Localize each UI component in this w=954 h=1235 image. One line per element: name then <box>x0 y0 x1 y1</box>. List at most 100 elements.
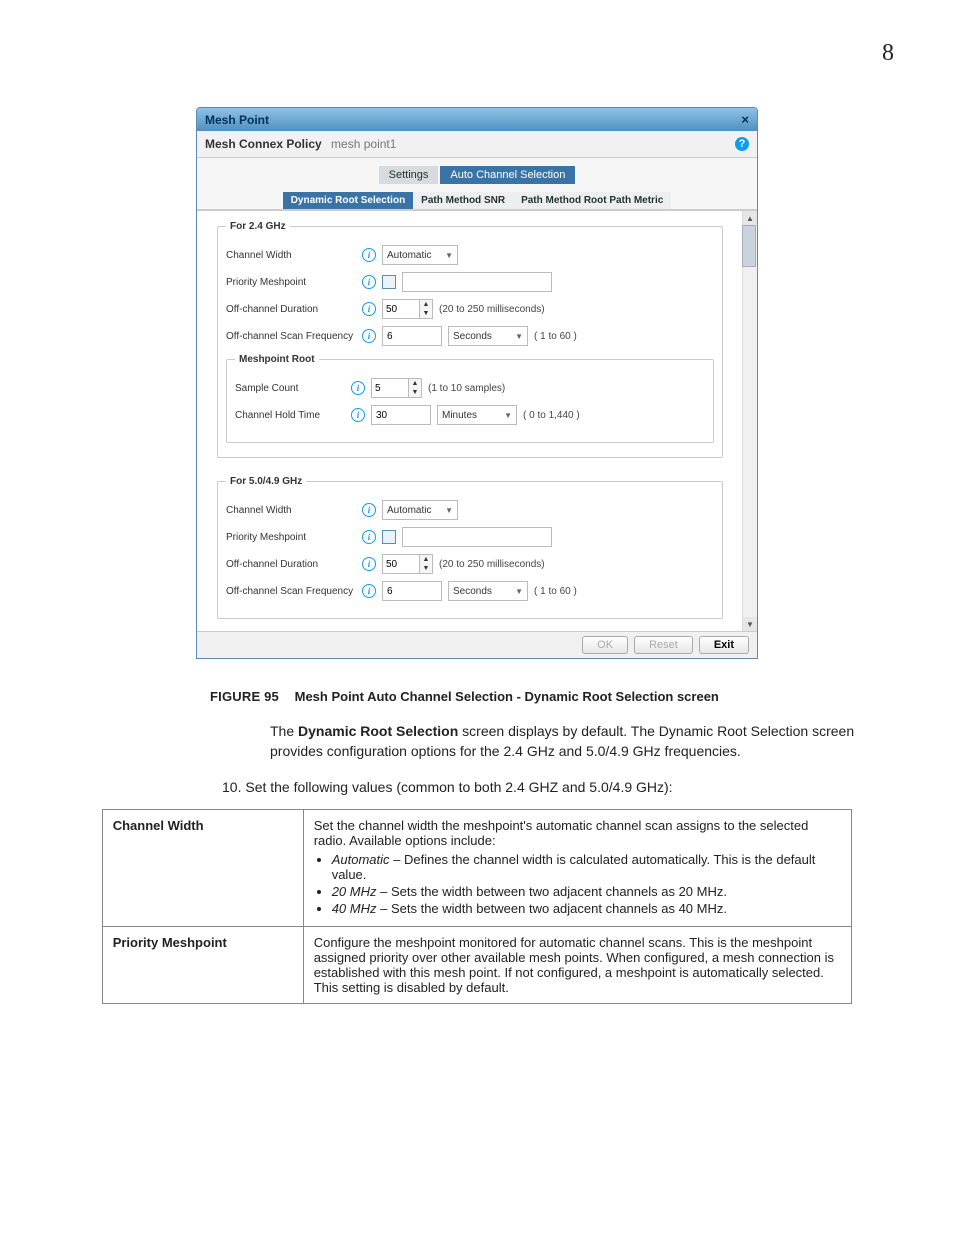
spinner-down-icon[interactable]: ▼ <box>409 388 421 397</box>
info-icon[interactable]: i <box>351 408 365 422</box>
policy-name: mesh point1 <box>331 137 396 151</box>
info-icon[interactable]: i <box>362 275 376 289</box>
info-icon[interactable]: i <box>362 584 376 598</box>
spinner-up-icon[interactable]: ▲ <box>420 300 432 309</box>
reset-button[interactable]: Reset <box>634 636 693 654</box>
info-icon[interactable]: i <box>362 503 376 517</box>
priority-meshpoint-input-24[interactable] <box>402 272 552 292</box>
subtab-path-root[interactable]: Path Method Root Path Metric <box>513 192 671 209</box>
chevron-down-icon: ▼ <box>504 411 512 420</box>
close-icon[interactable]: × <box>741 112 749 127</box>
off-channel-duration-spinner-24[interactable]: ▲▼ <box>382 299 433 319</box>
page-number: 8 <box>60 40 894 67</box>
list-item: 40 MHz – Sets the width between two adja… <box>332 901 842 916</box>
off-channel-duration-input-24[interactable] <box>383 300 419 318</box>
text: – Sets the width between two adjacent ch… <box>377 884 727 899</box>
scroll-up-icon[interactable]: ▲ <box>743 211 757 225</box>
scroll-thumb[interactable] <box>742 225 756 267</box>
channel-hold-time-input[interactable] <box>371 405 431 425</box>
mesh-point-dialog: Mesh Point × Mesh Connex Policy mesh poi… <box>196 107 758 659</box>
body-paragraph: The Dynamic Root Selection screen displa… <box>270 722 864 761</box>
dialog-subtitle-bar: Mesh Connex Policy mesh point1 ? <box>197 131 757 158</box>
off-channel-scan-unit-24[interactable]: Seconds ▼ <box>448 326 528 346</box>
sample-count-spinner[interactable]: ▲▼ <box>371 378 422 398</box>
spinner-down-icon[interactable]: ▼ <box>420 564 432 573</box>
figure-title: Mesh Point Auto Channel Selection - Dyna… <box>295 689 719 704</box>
info-icon[interactable]: i <box>362 302 376 316</box>
priority-meshpoint-input-50[interactable] <box>402 527 552 547</box>
figure-number: FIGURE 95 <box>210 689 279 704</box>
scrollbar[interactable]: ▲ ▼ <box>742 211 757 631</box>
channel-hold-time-unit[interactable]: Minutes ▼ <box>437 405 517 425</box>
off-channel-duration-spinner-50[interactable]: ▲▼ <box>382 554 433 574</box>
sample-count-input[interactable] <box>372 379 408 397</box>
legend-24ghz: For 2.4 GHz <box>226 221 290 232</box>
text-italic: 40 MHz <box>332 901 377 916</box>
off-channel-duration-hint: (20 to 250 milliseconds) <box>439 559 545 570</box>
spinner-down-icon[interactable]: ▼ <box>420 309 432 318</box>
ok-button[interactable]: OK <box>582 636 628 654</box>
scan-hint: ( 1 to 60 ) <box>534 586 577 597</box>
text-italic: Automatic <box>332 852 390 867</box>
dialog-title: Mesh Point <box>205 113 269 127</box>
info-icon[interactable]: i <box>362 248 376 262</box>
label-priority-meshpoint: Priority Meshpoint <box>226 277 356 288</box>
scroll-down-icon[interactable]: ▼ <box>743 617 757 631</box>
cell-label: Priority Meshpoint <box>102 927 303 1004</box>
cell-label: Channel Width <box>102 810 303 927</box>
tab-auto-channel-selection[interactable]: Auto Channel Selection <box>440 166 575 184</box>
info-icon[interactable]: i <box>362 530 376 544</box>
list-item: Automatic – Defines the channel width is… <box>332 852 842 882</box>
channel-width-value-24: Automatic <box>387 250 431 261</box>
dialog-button-bar: OK Reset Exit <box>197 631 757 658</box>
list-item: 20 MHz – Sets the width between two adja… <box>332 884 842 899</box>
main-tab-row: Settings Auto Channel Selection <box>197 158 757 188</box>
label-off-channel-scan-freq: Off-channel Scan Frequency <box>226 331 356 342</box>
info-icon[interactable]: i <box>351 381 365 395</box>
subtab-dynamic-root[interactable]: Dynamic Root Selection <box>283 192 413 209</box>
fieldset-50ghz: For 5.0/4.9 GHz Channel Width i Automati… <box>217 476 723 619</box>
unit-seconds: Seconds <box>453 331 492 342</box>
off-channel-scan-unit-50[interactable]: Seconds ▼ <box>448 581 528 601</box>
text: – Sets the width between two adjacent ch… <box>377 901 727 916</box>
off-channel-scan-input-24[interactable] <box>382 326 442 346</box>
step-10: 10. Set the following values (common to … <box>222 779 894 795</box>
sample-count-hint: (1 to 10 samples) <box>428 383 505 394</box>
cell-description: Set the channel width the meshpoint's au… <box>303 810 852 927</box>
tab-settings[interactable]: Settings <box>379 166 439 184</box>
priority-meshpoint-checkbox-50[interactable] <box>382 530 396 544</box>
label-channel-width: Channel Width <box>226 250 356 261</box>
label-channel-width: Channel Width <box>226 505 356 516</box>
legend-meshpoint-root: Meshpoint Root <box>235 354 319 365</box>
settings-panel: ▲ ▼ For 2.4 GHz Channel Width i Automati… <box>197 210 757 631</box>
off-channel-scan-input-50[interactable] <box>382 581 442 601</box>
text: The <box>270 723 298 739</box>
label-channel-hold-time: Channel Hold Time <box>235 410 345 421</box>
info-icon[interactable]: i <box>362 557 376 571</box>
help-icon[interactable]: ? <box>735 137 749 151</box>
exit-button[interactable]: Exit <box>699 636 749 654</box>
label-off-channel-duration: Off-channel Duration <box>226 304 356 315</box>
priority-meshpoint-checkbox-24[interactable] <box>382 275 396 289</box>
subtab-path-snr[interactable]: Path Method SNR <box>413 192 513 209</box>
dialog-title-bar: Mesh Point × <box>197 108 757 131</box>
chevron-down-icon: ▼ <box>515 587 523 596</box>
spinner-up-icon[interactable]: ▲ <box>420 555 432 564</box>
unit-seconds: Seconds <box>453 586 492 597</box>
text: – Defines the channel width is calculate… <box>332 852 816 882</box>
info-icon[interactable]: i <box>362 329 376 343</box>
table-row: Priority Meshpoint Configure the meshpoi… <box>102 927 852 1004</box>
label-off-channel-scan-freq: Off-channel Scan Frequency <box>226 586 356 597</box>
definition-table: Channel Width Set the channel width the … <box>102 809 853 1004</box>
table-row: Channel Width Set the channel width the … <box>102 810 852 927</box>
chevron-down-icon: ▼ <box>515 332 523 341</box>
channel-width-select-24[interactable]: Automatic ▼ <box>382 245 458 265</box>
channel-width-select-50[interactable]: Automatic ▼ <box>382 500 458 520</box>
chevron-down-icon: ▼ <box>445 251 453 260</box>
off-channel-duration-input-50[interactable] <box>383 555 419 573</box>
text-italic: 20 MHz <box>332 884 377 899</box>
spinner-up-icon[interactable]: ▲ <box>409 379 421 388</box>
chevron-down-icon: ▼ <box>445 506 453 515</box>
cell-description: Configure the meshpoint monitored for au… <box>303 927 852 1004</box>
channel-width-value-50: Automatic <box>387 505 431 516</box>
